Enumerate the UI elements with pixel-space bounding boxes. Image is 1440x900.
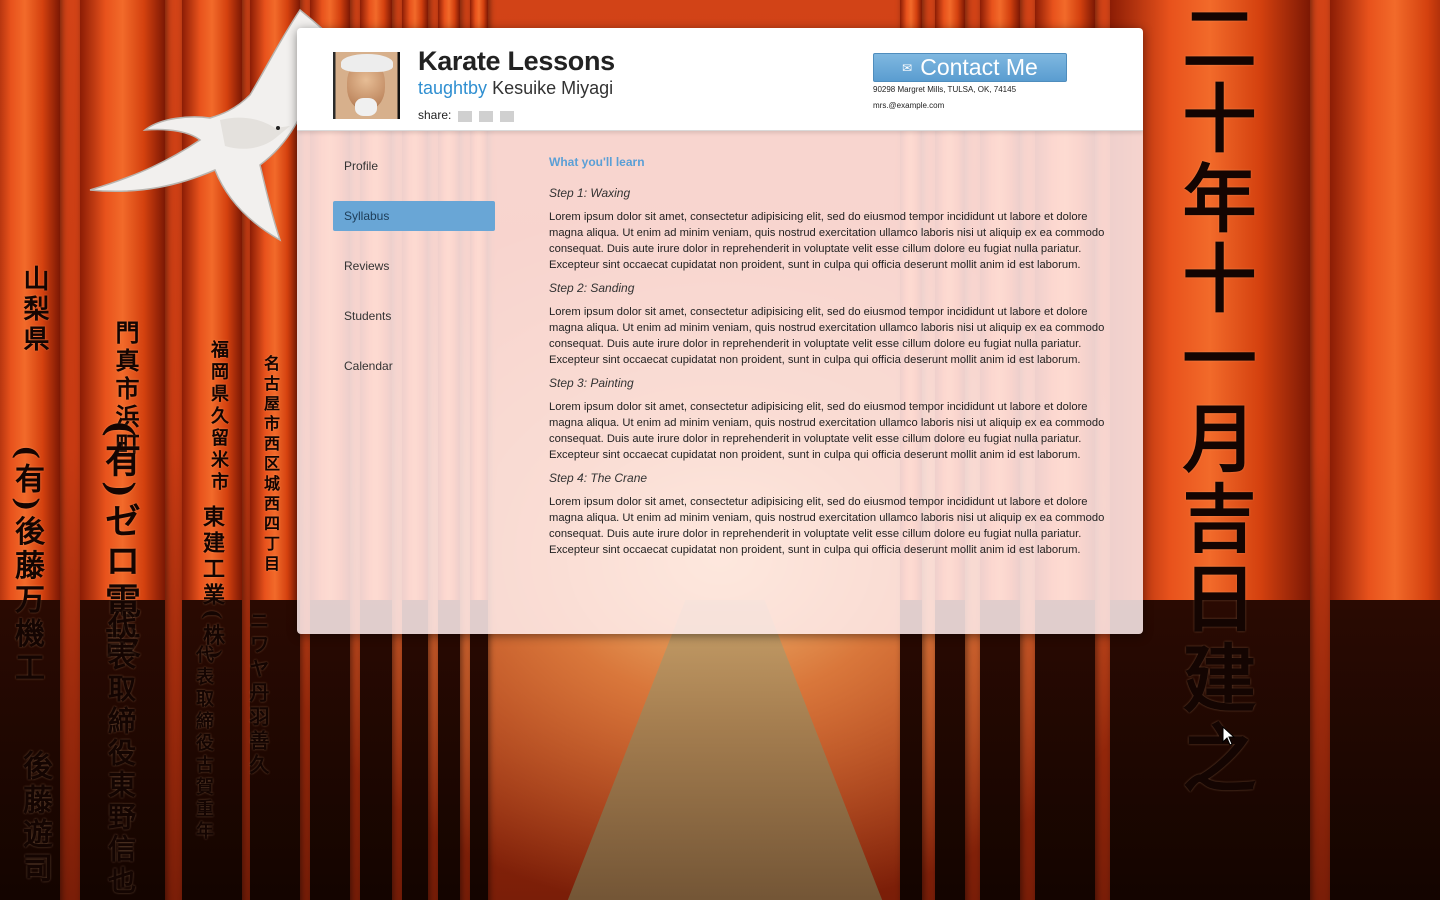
section-heading: What you'll learn bbox=[549, 155, 645, 169]
taughtby-link[interactable]: taughtby bbox=[418, 78, 487, 98]
card-header: Karate Lessons taughtby Kesuike Miyagi s… bbox=[297, 28, 1143, 131]
pillar-inscription: 福岡県久留米市 bbox=[208, 340, 229, 494]
pillar-inscription: ニワヤ丹羽善久 bbox=[246, 610, 270, 778]
share-row: share: share-icon-1 share-icon-2 share-i… bbox=[418, 108, 515, 122]
share-label: share: bbox=[418, 108, 452, 122]
contact-me-label: Contact Me bbox=[920, 54, 1038, 80]
pillar-inscription: 二十年十一月吉日建之 bbox=[1170, 0, 1256, 800]
step-title: Step 1: Waxing bbox=[549, 186, 631, 200]
step-title: Step 2: Sanding bbox=[549, 281, 635, 295]
step-title: Step 4: The Crane bbox=[549, 471, 648, 485]
pillar-inscription: 東建工業(株) bbox=[199, 505, 225, 664]
mouse-cursor-icon bbox=[1222, 726, 1236, 746]
nav-item-profile[interactable]: Profile bbox=[333, 151, 495, 181]
share-icon[interactable]: share-icon-2 bbox=[479, 110, 494, 122]
contact-me-button[interactable]: ✉ Contact Me bbox=[873, 53, 1067, 82]
nav-item-calendar[interactable]: Calendar bbox=[333, 351, 495, 381]
card-body: Profile Syllabus Reviews Students Calend… bbox=[297, 131, 1143, 634]
share-icon[interactable]: share-icon-1 bbox=[458, 110, 473, 122]
teacher-address: 90298 Margret Mills, TULSA, OK, 74145 bbox=[873, 85, 1017, 94]
avatar bbox=[333, 52, 400, 119]
stone-path bbox=[560, 600, 890, 900]
pillar-inscription: 代表取締役東野信也 bbox=[104, 610, 137, 898]
step-description: Lorem ipsum dolor sit amet, consectetur … bbox=[549, 306, 1105, 366]
pillar-inscription: 名古屋市西区城西四丁目 bbox=[261, 355, 280, 575]
pillar-inscription: 後藤遊司 bbox=[17, 750, 52, 886]
step-description: Lorem ipsum dolor sit amet, consectetur … bbox=[549, 496, 1105, 556]
page-title: Karate Lessons bbox=[418, 46, 615, 76]
share-icon[interactable]: share-icon-3 bbox=[500, 110, 515, 122]
teacher-byline: taughtby Kesuike Miyagi bbox=[418, 78, 613, 99]
step-title: Step 3: Painting bbox=[549, 376, 634, 390]
nav-item-reviews[interactable]: Reviews bbox=[333, 251, 495, 281]
pillar-inscription: (有)後藤万機工 bbox=[9, 445, 44, 686]
step-description: Lorem ipsum dolor sit amet, consectetur … bbox=[549, 211, 1105, 271]
profile-card: Karate Lessons taughtby Kesuike Miyagi s… bbox=[297, 28, 1143, 634]
syllabus-content: What you'll learn Step 1: Waxing Lorem i… bbox=[549, 155, 1105, 566]
mail-icon: ✉ bbox=[902, 60, 913, 75]
teacher-name: Kesuike Miyagi bbox=[492, 78, 614, 98]
teacher-email[interactable]: mrs.@example.com bbox=[873, 101, 944, 110]
torii-pillar bbox=[1330, 0, 1440, 900]
nav-item-students[interactable]: Students bbox=[333, 301, 495, 331]
step-description: Lorem ipsum dolor sit amet, consectetur … bbox=[549, 401, 1105, 461]
pillar-inscription: 代表取締役古賀重年 bbox=[193, 645, 214, 843]
nav-item-syllabus[interactable]: Syllabus bbox=[333, 201, 495, 231]
pillar-inscription: 山梨県 bbox=[19, 265, 49, 355]
profile-nav: Profile Syllabus Reviews Students Calend… bbox=[333, 151, 495, 401]
